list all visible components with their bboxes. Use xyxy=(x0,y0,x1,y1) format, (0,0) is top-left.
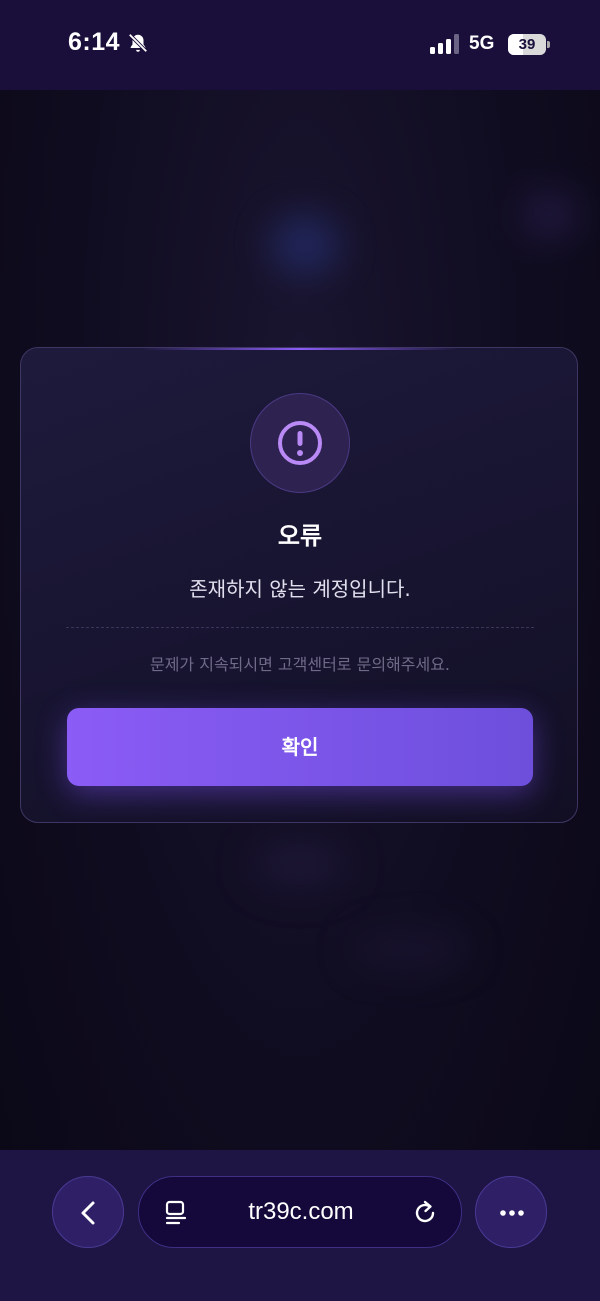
url-text[interactable]: tr39c.com xyxy=(199,1177,403,1247)
dialog-message: 존재하지 않는 계정입니다. xyxy=(189,577,411,601)
confirm-button[interactable]: 확인 xyxy=(67,708,533,786)
more-button[interactable] xyxy=(475,1176,547,1248)
dialog-title: 오류 xyxy=(277,522,323,550)
ellipsis-icon xyxy=(500,1210,524,1216)
dialog-help-text: 문제가 지속되시면 고객센터로 문의해주세요. xyxy=(149,655,451,674)
battery-percent: 39 xyxy=(518,36,536,53)
status-bar: 6:14 5G 39 xyxy=(0,0,600,90)
back-button[interactable] xyxy=(52,1176,124,1248)
dialog-accent-line xyxy=(141,348,459,350)
reload-icon[interactable] xyxy=(411,1199,439,1227)
chevron-left-icon xyxy=(81,1201,95,1225)
screen: 6:14 5G 39 오류 존재하지 않는 계정입니다. 문제가 지속되시면 고… xyxy=(0,0,600,1301)
reader-icon[interactable] xyxy=(163,1200,189,1226)
exclamation-circle-icon xyxy=(278,421,322,465)
background-blur xyxy=(350,930,470,970)
bell-slash-icon xyxy=(128,33,148,53)
browser-toolbar: tr39c.com xyxy=(0,1150,600,1301)
background-blur xyxy=(520,190,580,240)
alert-badge xyxy=(250,393,350,493)
status-time: 6:14 xyxy=(68,28,121,56)
divider xyxy=(66,627,534,628)
network-label: 5G xyxy=(469,33,495,54)
background-blur xyxy=(250,840,350,890)
background-blur xyxy=(270,215,340,275)
signal-icon xyxy=(430,34,459,54)
error-dialog: 오류 존재하지 않는 계정입니다. 문제가 지속되시면 고객센터로 문의해주세요… xyxy=(20,347,578,823)
address-bar[interactable]: tr39c.com xyxy=(138,1176,462,1248)
battery-icon: 39 xyxy=(508,34,550,56)
